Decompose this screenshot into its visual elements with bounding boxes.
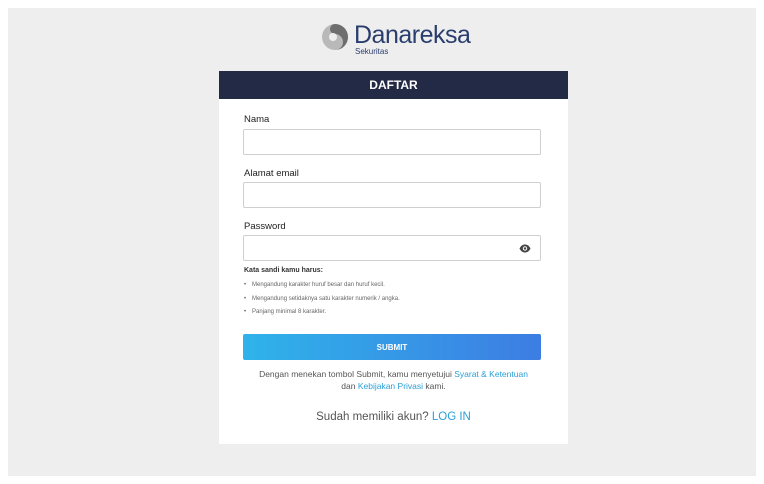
privacy-link[interactable]: Kebijakan Privasi [358, 381, 423, 391]
name-input[interactable] [244, 130, 540, 154]
email-label: Alamat email [244, 168, 299, 179]
email-input[interactable] [244, 183, 540, 207]
form-title: DAFTAR [219, 71, 568, 99]
brand-logo: Danareksa Sekuritas [320, 20, 471, 62]
password-rule-item: Mengandung setidaknya satu karakter nume… [244, 293, 400, 307]
login-link[interactable]: LOG IN [432, 411, 471, 423]
password-rules-title: Kata sandi kamu harus: [244, 267, 323, 274]
terms-suffix: kami. [425, 381, 446, 391]
password-label: Password [244, 221, 286, 232]
brand-subtitle: Sekuritas [355, 47, 389, 56]
password-input[interactable] [244, 236, 540, 260]
register-card: DAFTAR Nama Alamat email Password Kata s… [219, 71, 568, 444]
login-prompt-text: Sudah memiliki akun? [316, 411, 429, 423]
danareksa-swirl-icon [322, 24, 348, 50]
terms-middle: dan [341, 381, 356, 391]
password-rule-item: Mengandung karakter huruf besar dan huru… [244, 279, 400, 293]
name-field-wrapper [243, 129, 541, 155]
eye-icon[interactable] [519, 244, 531, 253]
terms-text: Dengan menekan tombol Submit, kamu menye… [229, 368, 558, 392]
submit-button[interactable]: SUBMIT [243, 334, 541, 360]
login-prompt: Sudah memiliki akun? LOG IN [219, 411, 568, 423]
email-field-wrapper [243, 182, 541, 208]
brand-name: Danareksa [354, 21, 471, 49]
password-rules-list: Mengandung karakter huruf besar dan huru… [244, 279, 400, 320]
password-field-wrapper [243, 235, 541, 261]
terms-link[interactable]: Syarat & Ketentuan [454, 369, 528, 379]
name-label: Nama [244, 114, 270, 125]
terms-prefix: Dengan menekan tombol Submit, kamu menye… [259, 369, 452, 379]
password-rule-item: Panjang minimal 8 karakter. [244, 306, 400, 320]
